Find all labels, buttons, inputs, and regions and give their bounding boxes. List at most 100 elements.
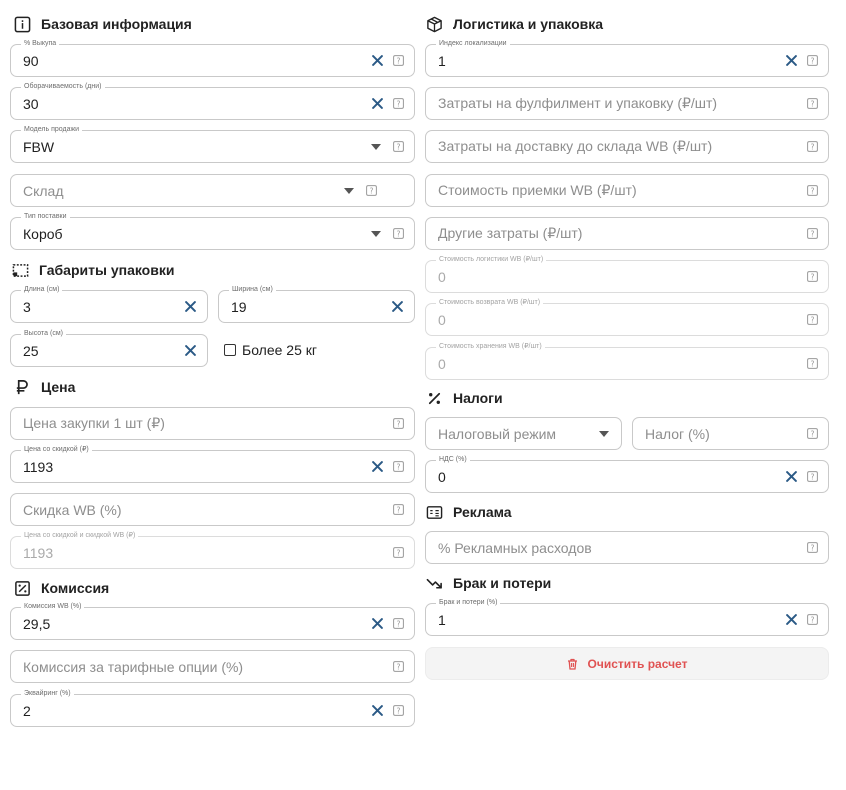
acquiring-field[interactable]: Эквайринг (%) 2 ? [10,689,415,727]
purchase-price-field[interactable]: Цена закупки 1 шт (₽) ? [10,407,415,440]
wb-commission-value[interactable]: 29,5 [23,616,371,632]
clear-icon[interactable] [371,705,383,717]
discount-price-label: Цена со скидкой (₽) [21,445,92,455]
clear-icon[interactable] [785,614,797,626]
help-icon[interactable]: ? [807,228,818,239]
percent-icon [425,389,443,407]
final-price-value: 1193 [23,544,54,561]
help-icon[interactable]: ? [393,547,404,558]
tariff-commission-field[interactable]: Комиссия за тарифные опции (%) ? [10,650,415,683]
clear-icon[interactable] [785,471,797,483]
help-icon[interactable]: ? [807,271,818,282]
help-icon[interactable]: ? [393,141,404,152]
purchase-price-placeholder[interactable]: Цена закупки 1 шт (₽) [23,415,393,432]
chevron-down-icon[interactable] [371,229,381,239]
help-icon[interactable]: ? [393,461,404,472]
logistics-cost-field: Стоимость логистики WB (₽/шт) 0 ? [425,255,829,293]
clear-icon[interactable] [371,461,383,473]
wb-discount-placeholder[interactable]: Скидка WB (%) [23,502,393,518]
clear-icon[interactable] [184,301,196,313]
help-icon[interactable]: ? [393,618,404,629]
help-icon[interactable]: ? [807,141,818,152]
acceptance-placeholder[interactable]: Стоимость приемки WB (₽/шт) [438,182,807,199]
defects-field[interactable]: Брак и потери (%) 1 ? [425,598,829,636]
wb-discount-field[interactable]: Скидка WB (%) ? [10,493,415,526]
storage-cost-value: 0 [438,355,446,372]
help-icon[interactable]: ? [393,504,404,515]
other-costs-field[interactable]: Другие затраты (₽/шт) ? [425,217,829,250]
help-icon[interactable]: ? [366,185,377,196]
buyout-field[interactable]: % Выкупа 90 ? [10,39,415,77]
ad-spend-placeholder[interactable]: % Рекламных расходов [438,540,807,556]
trash-icon [567,658,578,670]
sales-model-value[interactable]: FBW [23,139,371,155]
svg-text:?: ? [397,548,401,557]
vat-field[interactable]: НДС (%) 0 ? [425,455,829,493]
localization-value[interactable]: 1 [438,53,785,69]
clear-icon[interactable] [785,55,797,67]
supply-type-select[interactable]: Тип поставки Короб ? [10,212,415,250]
help-icon[interactable]: ? [807,98,818,109]
help-icon[interactable]: ? [807,614,818,625]
fulfillment-placeholder[interactable]: Затраты на фулфилмент и упаковку (₽/шт) [438,95,807,112]
wb-commission-field[interactable]: Комиссия WB (%) 29,5 ? [10,602,415,640]
clear-calculation-button[interactable]: Очистить расчет [425,647,829,680]
help-icon[interactable]: ? [807,471,818,482]
acceptance-field[interactable]: Стоимость приемки WB (₽/шт) ? [425,174,829,207]
help-icon[interactable]: ? [807,185,818,196]
localization-field[interactable]: Индекс локализации 1 ? [425,39,829,77]
height-field[interactable]: Высота (см) 25 [10,329,208,367]
help-icon[interactable]: ? [393,55,404,66]
checkbox-box[interactable] [224,344,236,356]
help-icon[interactable]: ? [807,542,818,553]
width-value[interactable]: 19 [231,299,391,315]
discount-price-value[interactable]: 1193 [23,459,371,475]
chevron-down-icon[interactable] [344,186,354,196]
other-costs-placeholder[interactable]: Другие затраты (₽/шт) [438,225,807,242]
delivery-placeholder[interactable]: Затраты на доставку до склада WB (₽/шт) [438,138,807,155]
length-value[interactable]: 3 [23,299,184,315]
help-icon[interactable]: ? [393,661,404,672]
help-icon[interactable]: ? [393,228,404,239]
help-icon[interactable]: ? [393,705,404,716]
warehouse-select[interactable]: Склад ? [10,174,415,207]
length-field[interactable]: Длина (см) 3 [10,285,208,323]
turnover-field[interactable]: Оборачиваемость (дни) 30 ? [10,82,415,120]
clear-icon[interactable] [371,55,383,67]
tax-regime-placeholder[interactable]: Налоговый режим [438,426,599,442]
help-icon[interactable]: ? [393,418,404,429]
help-icon[interactable]: ? [807,358,818,369]
height-value[interactable]: 25 [23,343,184,359]
tax-placeholder[interactable]: Налог (%) [645,426,807,442]
clear-icon[interactable] [184,345,196,357]
warehouse-placeholder[interactable]: Склад [23,183,344,199]
discount-price-field[interactable]: Цена со скидкой (₽) 1193 ? [10,445,415,483]
help-icon[interactable]: ? [807,428,818,439]
section-defects: Брак и потери [425,573,551,593]
clear-icon[interactable] [371,618,383,630]
storage-cost-label: Стоимость хранения WB (₽/шт) [436,342,545,352]
localization-label: Индекс локализации [436,39,510,49]
help-icon[interactable]: ? [393,98,404,109]
clear-icon[interactable] [391,301,403,313]
over-25kg-checkbox[interactable]: Более 25 кг [224,342,317,358]
defects-value[interactable]: 1 [438,612,785,628]
tax-field[interactable]: Налог (%) ? [632,417,829,450]
delivery-field[interactable]: Затраты на доставку до склада WB (₽/шт) … [425,130,829,163]
sales-model-select[interactable]: Модель продажи FBW ? [10,125,415,163]
tax-regime-select[interactable]: Налоговый режим [425,417,622,450]
help-icon[interactable]: ? [807,314,818,325]
supply-type-value[interactable]: Короб [23,226,371,242]
tariff-commission-placeholder[interactable]: Комиссия за тарифные опции (%) [23,659,393,675]
vat-value[interactable]: 0 [438,469,785,485]
clear-icon[interactable] [371,98,383,110]
buyout-value[interactable]: 90 [23,53,371,69]
chevron-down-icon[interactable] [371,142,381,152]
turnover-value[interactable]: 30 [23,96,371,112]
chevron-down-icon[interactable] [599,429,609,439]
ad-spend-field[interactable]: % Рекламных расходов ? [425,531,829,564]
acquiring-value[interactable]: 2 [23,703,371,719]
help-icon[interactable]: ? [807,55,818,66]
width-field[interactable]: Ширина (см) 19 [218,285,415,323]
fulfillment-field[interactable]: Затраты на фулфилмент и упаковку (₽/шт) … [425,87,829,120]
